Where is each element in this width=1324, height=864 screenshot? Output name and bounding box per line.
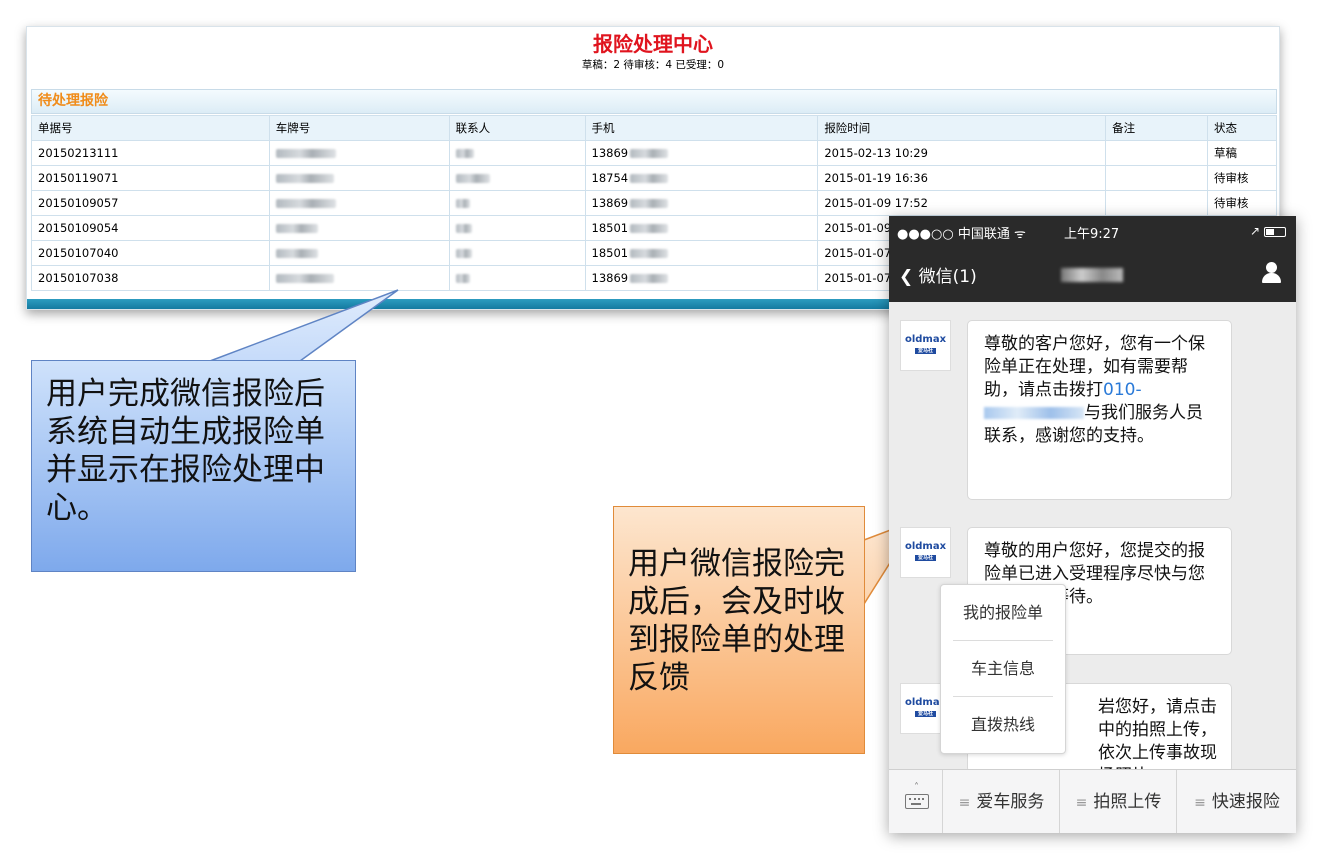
menu-lines-icon: ≡ — [958, 795, 971, 811]
status-bar: ●●●○○ 中国联通 ᯤ 上午9:27 ↗ — [889, 216, 1296, 246]
mobile-cell: 18754 — [584, 165, 819, 191]
clock: 上午9:27 — [1064, 227, 1120, 242]
table-row[interactable]: 20150119071 18754 2015-01-19 16:36 待审核 — [31, 165, 1278, 191]
contact-redacted — [448, 215, 586, 241]
mobile-cell: 13869 — [584, 140, 819, 166]
status-cell: 待审核 — [1206, 190, 1278, 216]
claim-id: 20150107040 — [31, 240, 270, 266]
col-header: 备注 — [1105, 115, 1208, 141]
panel-title: 报险处理中心 — [593, 32, 713, 56]
menu-item-hotline[interactable]: 直拨热线 — [953, 697, 1053, 753]
menu-photo-upload[interactable]: ≡ 拍照上传 — [1061, 770, 1177, 833]
chat-nav-bar: ❮ 微信(1) — [889, 246, 1296, 302]
annotation-callout-left: 用户完成微信报险后系统自动生成报险单并显示在报险处理中心。 — [31, 360, 356, 572]
carrier-signal: ●●●○○ 中国联通 ᯤ — [897, 227, 1026, 242]
battery-indicator: ↗ — [1250, 224, 1286, 238]
keyboard-toggle[interactable]: ˄ — [889, 770, 943, 833]
back-label: 微信(1) — [918, 267, 977, 287]
mobile-cell: 18501 — [584, 240, 819, 266]
menu-lines-icon: ≡ — [1194, 795, 1206, 811]
person-icon[interactable] — [1260, 262, 1282, 284]
plate-redacted — [268, 240, 450, 266]
col-header: 状态 — [1206, 115, 1278, 141]
contact-redacted — [448, 190, 586, 216]
contact-redacted — [448, 240, 586, 266]
menu-quick-claim[interactable]: ≡ 快速报险 — [1178, 770, 1296, 833]
menu-item-my-claims[interactable]: 我的报险单 — [953, 585, 1053, 641]
contact-redacted — [448, 140, 586, 166]
battery-icon — [1264, 226, 1286, 237]
claim-id: 20150109054 — [31, 215, 270, 241]
table-row[interactable]: 20150109057 13869 2015-01-09 17:52 待审核 — [31, 190, 1278, 216]
location-icon: ↗ — [1249, 224, 1260, 238]
claim-id: 20150213111 — [31, 140, 270, 166]
avatar[interactable]: oldmax 爱马社 — [900, 527, 951, 578]
table-header-row: 单据号 车牌号 联系人 手机 报险时间 备注 状态 — [31, 115, 1278, 141]
status-cell: 待审核 — [1206, 165, 1278, 191]
report-time: 2015-02-13 10:29 — [817, 140, 1107, 166]
note-cell — [1105, 140, 1208, 166]
col-header: 手机 — [584, 115, 819, 141]
chevron-left-icon: ❮ — [899, 267, 914, 287]
col-header: 联系人 — [448, 115, 586, 141]
message-bubble: 尊敬的客户您好，您有一个保险单正在处理，如有需要帮助，请点击拨打010-与我们服… — [967, 320, 1232, 500]
caret-up-icon: ˄ — [914, 782, 919, 793]
avatar[interactable]: oldmax 爱马社 — [900, 320, 951, 371]
note-cell — [1105, 165, 1208, 191]
wechat-phone-screen: ●●●○○ 中国联通 ᯤ 上午9:27 ↗ ❮ 微信(1) oldmax 爱马社 … — [889, 216, 1296, 833]
menu-item-owner-info[interactable]: 车主信息 — [953, 641, 1053, 697]
plate-redacted — [268, 265, 450, 291]
table-row[interactable]: 20150213111 13869 2015-02-13 10:29 草稿 — [31, 140, 1278, 166]
section-header: 待处理报险 — [31, 89, 1277, 114]
claim-id: 20150107038 — [31, 265, 270, 291]
status-summary: 草稿：2 待审核：4 已受理：0 — [581, 59, 725, 71]
col-header: 车牌号 — [268, 115, 450, 141]
claim-id: 20150119071 — [31, 165, 270, 191]
menu-car-service[interactable]: ≡ 爱车服务 — [944, 770, 1060, 833]
contact-redacted — [448, 165, 586, 191]
plate-redacted — [268, 190, 450, 216]
report-time: 2015-01-09 17:52 — [817, 190, 1107, 216]
mobile-cell: 13869 — [584, 190, 819, 216]
bottom-menu-bar: ˄ ≡ 爱车服务 ≡ 拍照上传 ≡ 快速报险 — [889, 769, 1296, 833]
plate-redacted — [268, 165, 450, 191]
mobile-cell: 18501 — [584, 215, 819, 241]
mobile-cell: 13869 — [584, 265, 819, 291]
back-button[interactable]: ❮ 微信(1) — [899, 262, 977, 287]
col-header: 报险时间 — [817, 115, 1107, 141]
plate-redacted — [268, 215, 450, 241]
report-time: 2015-01-19 16:36 — [817, 165, 1107, 191]
plate-redacted — [268, 140, 450, 166]
chat-title-redacted — [1061, 268, 1123, 282]
status-cell: 草稿 — [1206, 140, 1278, 166]
keyboard-icon — [905, 794, 929, 809]
popup-menu: 我的报险单 车主信息 直拨热线 — [940, 584, 1066, 754]
annotation-callout-right: 用户微信报险完成后，会及时收到报险单的处理反馈 — [613, 506, 865, 754]
menu-lines-icon: ≡ — [1075, 795, 1088, 811]
col-header: 单据号 — [31, 115, 270, 141]
claim-id: 20150109057 — [31, 190, 270, 216]
contact-redacted — [448, 265, 586, 291]
note-cell — [1105, 190, 1208, 216]
